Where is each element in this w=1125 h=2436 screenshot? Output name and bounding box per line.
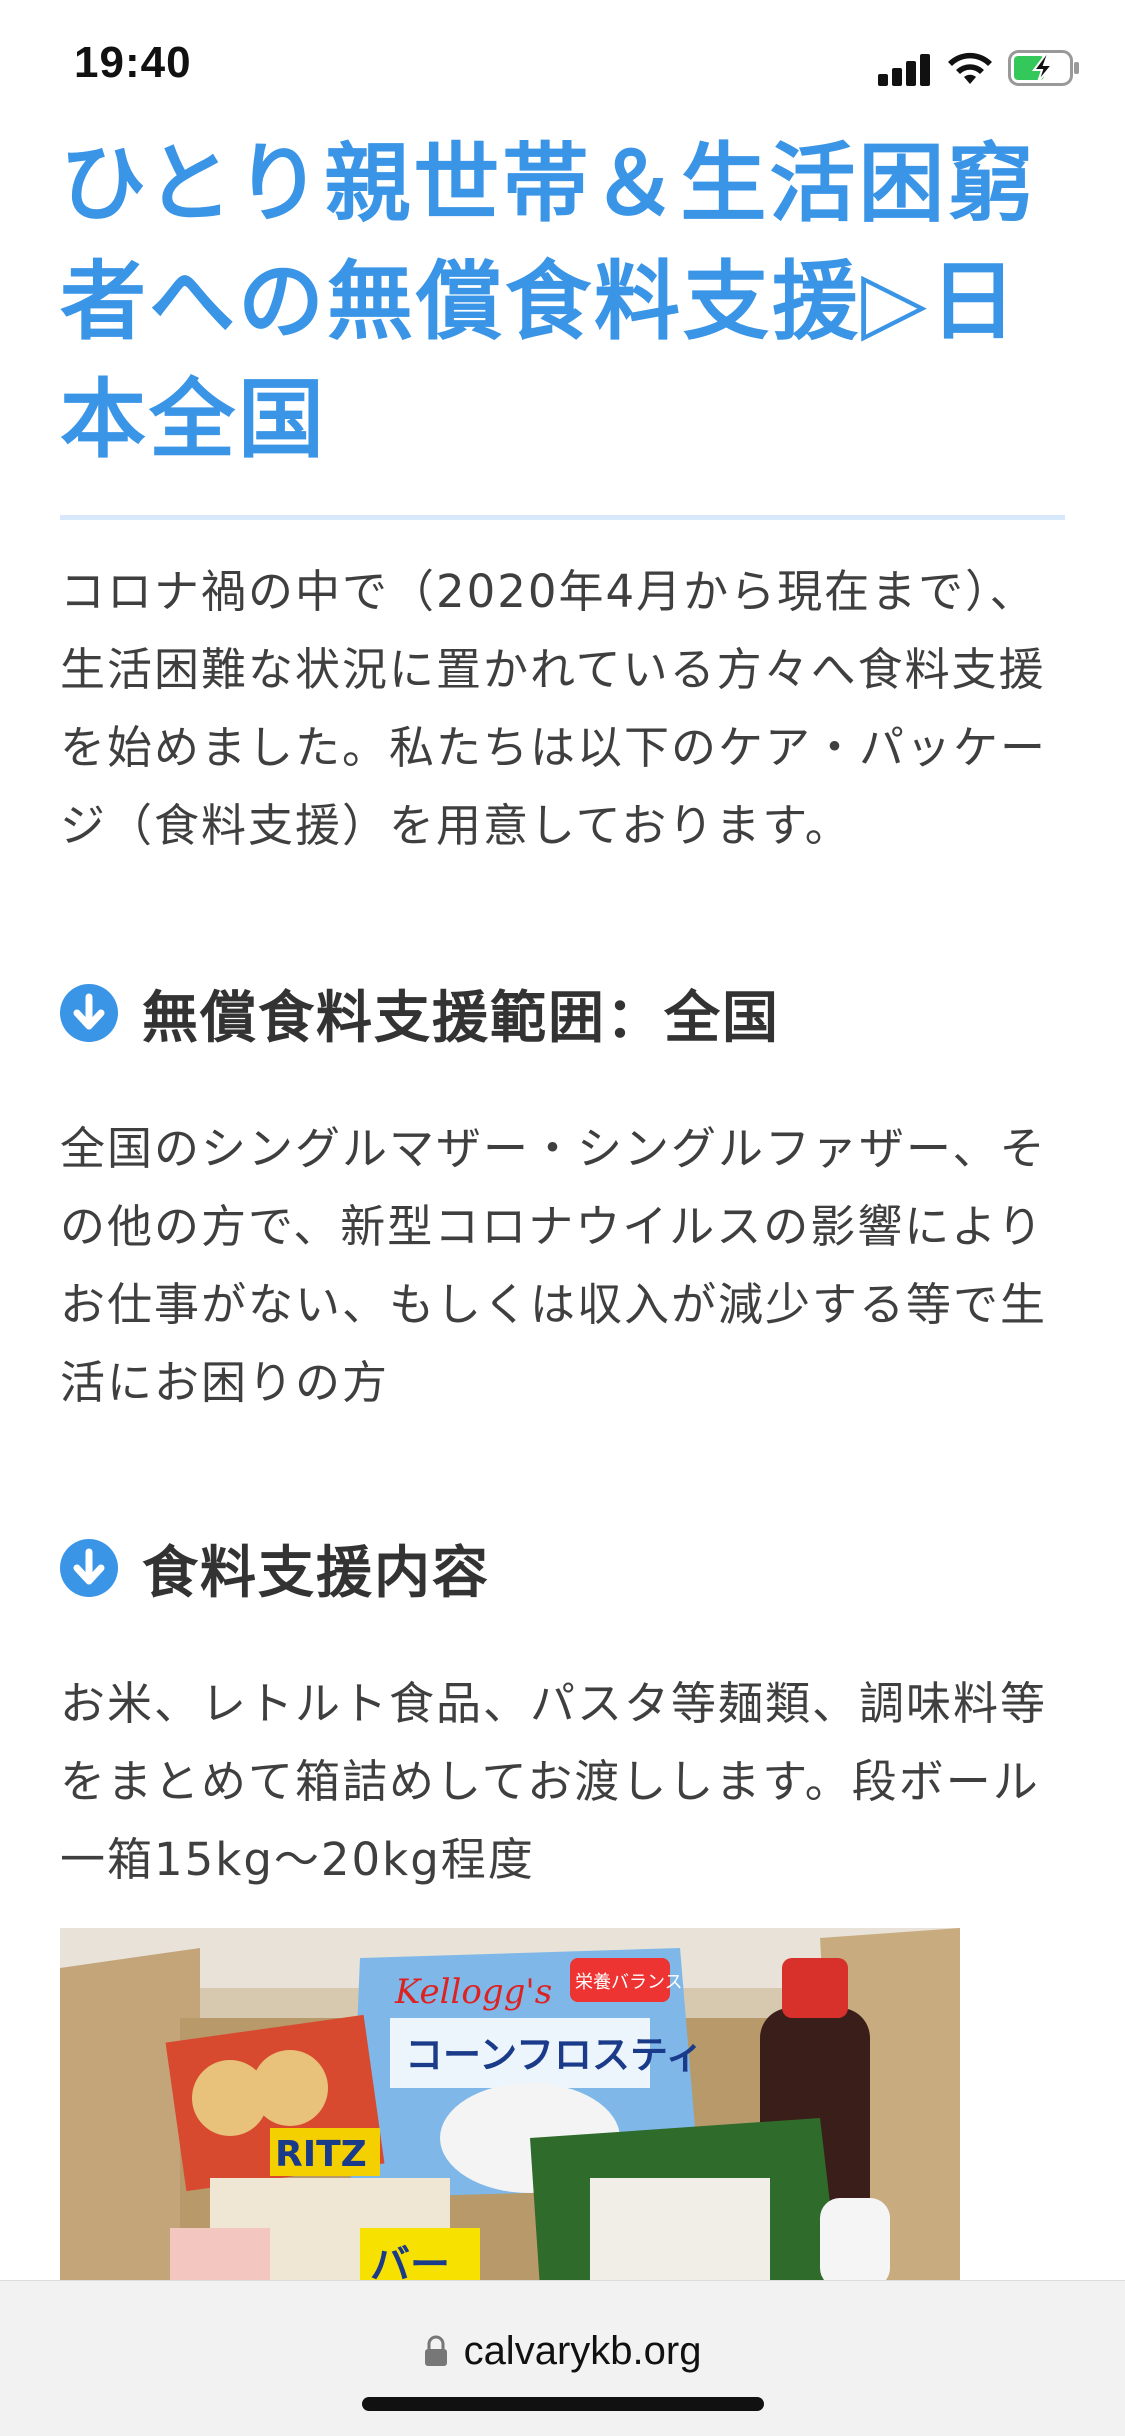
food-box-illustration: Kellogg's コーンフロスティ 栄養バランス RITZ バー bbox=[60, 1928, 960, 2288]
intro-paragraph: コロナ禍の中で（2020年4月から現在まで）、生活困難な状況に置かれている方々へ… bbox=[60, 565, 1048, 852]
section-heading-text: 食料支援内容 bbox=[142, 1540, 490, 1606]
status-time: 19:40 bbox=[74, 38, 192, 87]
food-package-photo: Kellogg's コーンフロスティ 栄養バランス RITZ バー bbox=[60, 1928, 960, 2288]
url-text[interactable]: calvarykb.org bbox=[464, 2329, 702, 2374]
cereal-badge-label: 栄養バランス bbox=[575, 1972, 683, 1993]
url-display[interactable]: calvarykb.org bbox=[0, 2321, 1125, 2381]
cellular-signal-icon bbox=[878, 52, 932, 86]
status-bar: 19:40 bbox=[0, 0, 1125, 130]
section-body-contents: お米、レトルト食品、パスタ等麺類、調味料等をまとめて箱詰めしてお渡しします。段ボ… bbox=[60, 1677, 1048, 1886]
battery-charging-icon bbox=[1008, 50, 1079, 86]
wifi-icon bbox=[948, 52, 992, 84]
arrow-down-circle-icon bbox=[60, 984, 118, 1042]
arrow-down-circle-icon bbox=[60, 1539, 118, 1597]
section-heading-scope: 無償食料支援範囲：全国 bbox=[60, 978, 780, 1051]
cereal-name-label: コーンフロスティ bbox=[405, 2033, 704, 2077]
cereal-brand-label: Kellogg's bbox=[394, 1972, 552, 2012]
title-divider bbox=[60, 515, 1065, 520]
cracker-label: RITZ bbox=[275, 2134, 367, 2175]
lock-icon bbox=[424, 2335, 447, 2366]
home-indicator[interactable] bbox=[362, 2397, 764, 2411]
section-heading-text: 無償食料支援範囲：全国 bbox=[142, 985, 780, 1051]
section-body-scope: 全国のシングルマザー・シングルファザー、その他の方で、新型コロナウイルスの影響に… bbox=[60, 1122, 1048, 1409]
browser-address-bar[interactable]: calvarykb.org bbox=[0, 2280, 1125, 2436]
article-title: ひとり親世帯＆生活困窮者への無償食料支援▷日本全国 bbox=[60, 134, 1037, 470]
section-heading-contents: 食料支援内容 bbox=[60, 1533, 490, 1606]
